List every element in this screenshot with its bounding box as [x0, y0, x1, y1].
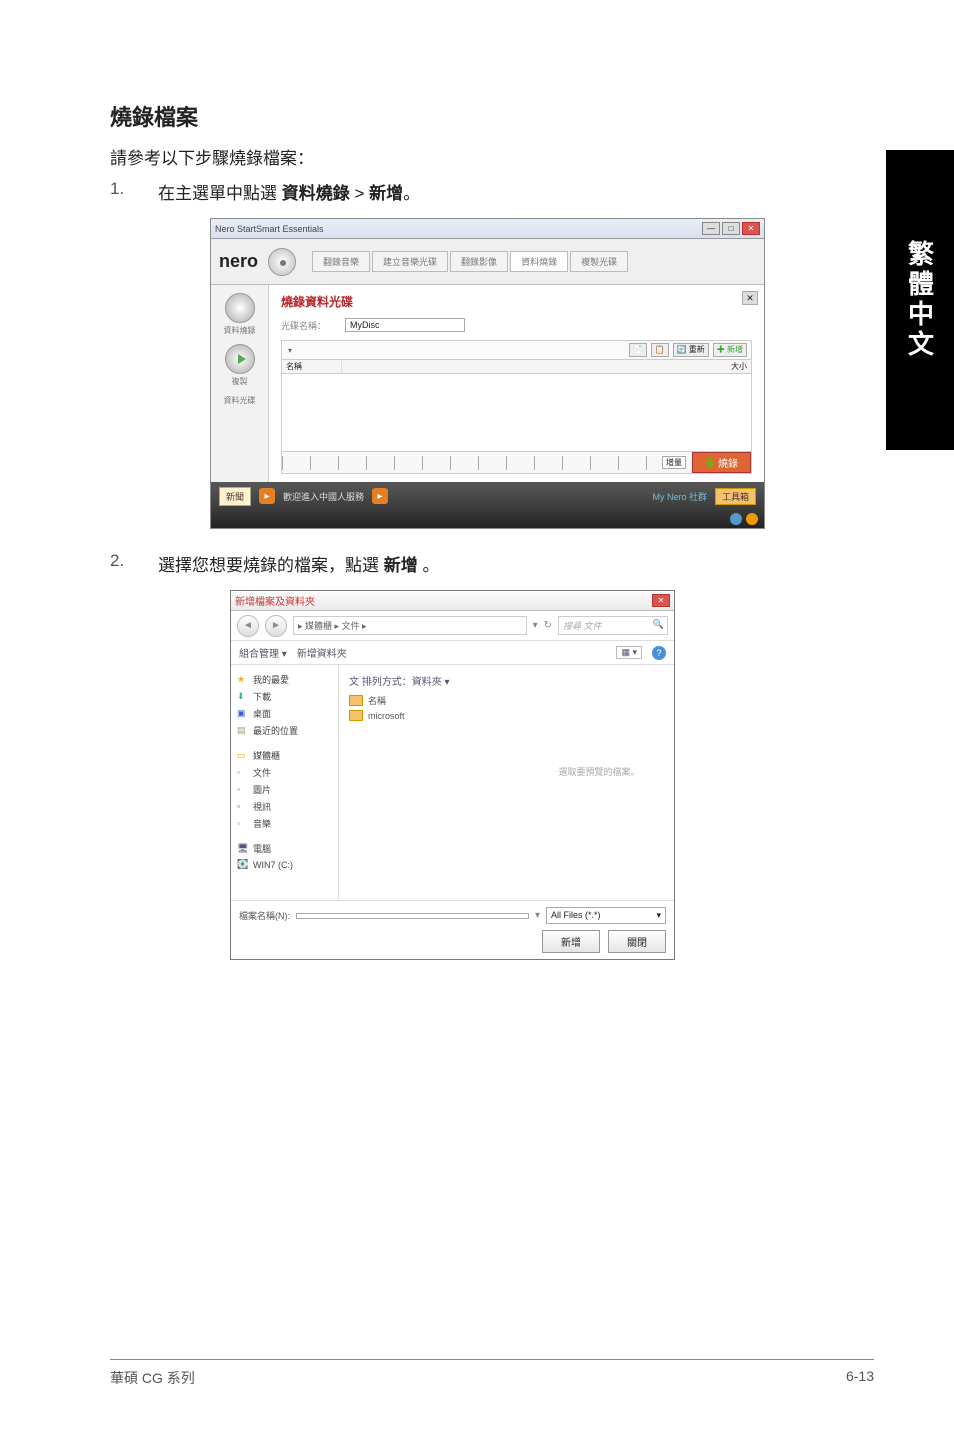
dialog-close-button[interactable]: ✕ [652, 594, 670, 607]
nav-videos[interactable]: ▫視訊 [235, 798, 334, 815]
ruler-unit[interactable]: 增量 [662, 456, 686, 469]
side-label-3: 資料光碟 [215, 395, 264, 406]
copy-icon[interactable] [225, 344, 255, 374]
nero-window: Nero StartSmart Essentials — □ ✕ nero 翻錄… [210, 218, 765, 529]
list-btn-3[interactable]: 🔄 重新 [673, 343, 709, 357]
rss-icon-2[interactable]: ▸ [372, 488, 388, 504]
disc-icon[interactable] [268, 248, 296, 276]
filename-label: 檔案名稱(N): [239, 909, 290, 922]
breadcrumb-path[interactable]: ▸ 媒體櫃 ▸ 文件 ▸ [293, 616, 527, 635]
nero-logo: nero [219, 251, 258, 272]
nav-desktop[interactable]: ▣桌面 [235, 705, 334, 722]
step-2-num: 2. [110, 551, 158, 571]
list-btn-1[interactable]: 📄 [629, 343, 647, 357]
nero-tab-2[interactable]: 建立音樂光碟 [372, 251, 448, 272]
col-size[interactable]: 大小 [342, 360, 751, 373]
file-item-2[interactable]: microsoft [349, 710, 664, 721]
search-input[interactable]: 搜尋 文件 [558, 616, 668, 635]
file-list-area[interactable] [281, 374, 752, 452]
footer-text-2[interactable]: My Nero 社群 [652, 490, 707, 503]
nero-window-title: Nero StartSmart Essentials [215, 224, 324, 234]
step-1-text: 在主選單中點選 資料燒錄 > 新增。 [158, 179, 874, 204]
footer-news-tab[interactable]: 新聞 [219, 487, 251, 506]
nav-downloads[interactable]: ⬇下載 [235, 688, 334, 705]
close-button[interactable]: ✕ [742, 222, 760, 235]
toolbox-button[interactable]: 工具箱 [715, 488, 756, 505]
footer-text-1: 歡迎進入中國人服務 [283, 490, 364, 503]
side-label-2: 複製 [215, 376, 264, 387]
file-item-1[interactable]: 名稱 [349, 694, 664, 707]
folder-icon [349, 710, 363, 721]
disc-name-input[interactable]: MyDisc [345, 318, 465, 332]
status-icon-2[interactable] [746, 513, 758, 525]
list-btn-2[interactable]: 📋 [651, 343, 669, 357]
nero-sidebar: 資料燒錄 複製 資料光碟 [211, 285, 269, 482]
nav-computer[interactable]: 🖥電腦 [235, 840, 334, 857]
size-ruler [282, 456, 656, 470]
nav-back-button[interactable]: ◄ [237, 615, 259, 637]
panel-close-button[interactable]: ✕ [742, 291, 758, 305]
maximize-button[interactable]: □ [722, 222, 740, 235]
side-tab-label: 繁體中文 [902, 240, 939, 360]
dialog-add-button[interactable]: 新增 [542, 930, 600, 953]
col-name[interactable]: 名稱 [282, 360, 342, 373]
burn-button[interactable]: 燒錄 [692, 452, 751, 473]
group-header[interactable]: 文 排列方式：資料夾 ▾ [349, 673, 664, 688]
nero-tab-4[interactable]: 資料燒錄 [510, 251, 568, 272]
dialog-title: 新增檔案及資料夾 [235, 593, 315, 608]
preview-pane: 選取要預覽的檔案。 [544, 765, 654, 778]
file-filter[interactable]: All Files (*.*)▾ [546, 907, 666, 924]
footer-left: 華碩 CG 系列 [110, 1368, 195, 1388]
dialog-nav: ★我的最愛 ⬇下載 ▣桌面 ▤最近的位置 ▭媒體櫃 ▫文件 ▫圖片 ▫視訊 ▫音… [231, 665, 339, 900]
filename-input[interactable] [296, 913, 529, 919]
status-icon-1[interactable] [730, 513, 742, 525]
nero-tab-3[interactable]: 翻錄影像 [450, 251, 508, 272]
footer-right: 6-13 [846, 1368, 874, 1388]
help-button[interactable]: ? [652, 646, 666, 660]
dialog-close-button-2[interactable]: 關閉 [608, 930, 666, 953]
section-title: 燒錄檔案 [110, 100, 874, 132]
list-dropdown[interactable]: ▾ [286, 346, 625, 355]
nav-libraries[interactable]: ▭媒體櫃 [235, 747, 334, 764]
minimize-button[interactable]: — [702, 222, 720, 235]
side-label-1: 資料燒錄 [215, 325, 264, 336]
organize-menu[interactable]: 組合管理 ▾ [239, 645, 287, 660]
view-button[interactable]: ▦ ▾ [616, 646, 642, 659]
file-dialog: 新增檔案及資料夾 ✕ ◄ ► ▸ 媒體櫃 ▸ 文件 ▸ ▾ ↻ 搜尋 文件 組合… [230, 590, 675, 960]
nero-titlebar: Nero StartSmart Essentials — □ ✕ [211, 219, 764, 239]
new-folder-button[interactable]: 新增資料夾 [297, 645, 347, 660]
panel-header: 燒錄資料光碟 [281, 293, 752, 310]
rss-icon[interactable]: ▸ [259, 488, 275, 504]
nav-drive-c[interactable]: 💽WIN7 (C:) [235, 857, 334, 873]
step-2-text: 選擇您想要燒錄的檔案，點選 新增 。 [158, 551, 874, 576]
nero-tab-5[interactable]: 複製光碟 [570, 251, 628, 272]
nero-tab-1[interactable]: 翻錄音樂 [312, 251, 370, 272]
nav-pictures[interactable]: ▫圖片 [235, 781, 334, 798]
intro-text: 請參考以下步驟燒錄檔案： [110, 144, 874, 169]
nav-documents[interactable]: ▫文件 [235, 764, 334, 781]
folder-icon [349, 695, 363, 706]
nav-fwd-button[interactable]: ► [265, 615, 287, 637]
side-tab: 繁體中文 [886, 150, 954, 450]
nav-recent[interactable]: ▤最近的位置 [235, 722, 334, 739]
add-button[interactable]: ✚ 新增 [713, 343, 747, 357]
nav-favorites[interactable]: ★我的最愛 [235, 671, 334, 688]
step-1-num: 1. [110, 179, 158, 199]
disc-name-label: 光碟名稱： [281, 319, 337, 332]
nav-music[interactable]: ▫音樂 [235, 815, 334, 832]
data-burn-icon[interactable] [225, 293, 255, 323]
